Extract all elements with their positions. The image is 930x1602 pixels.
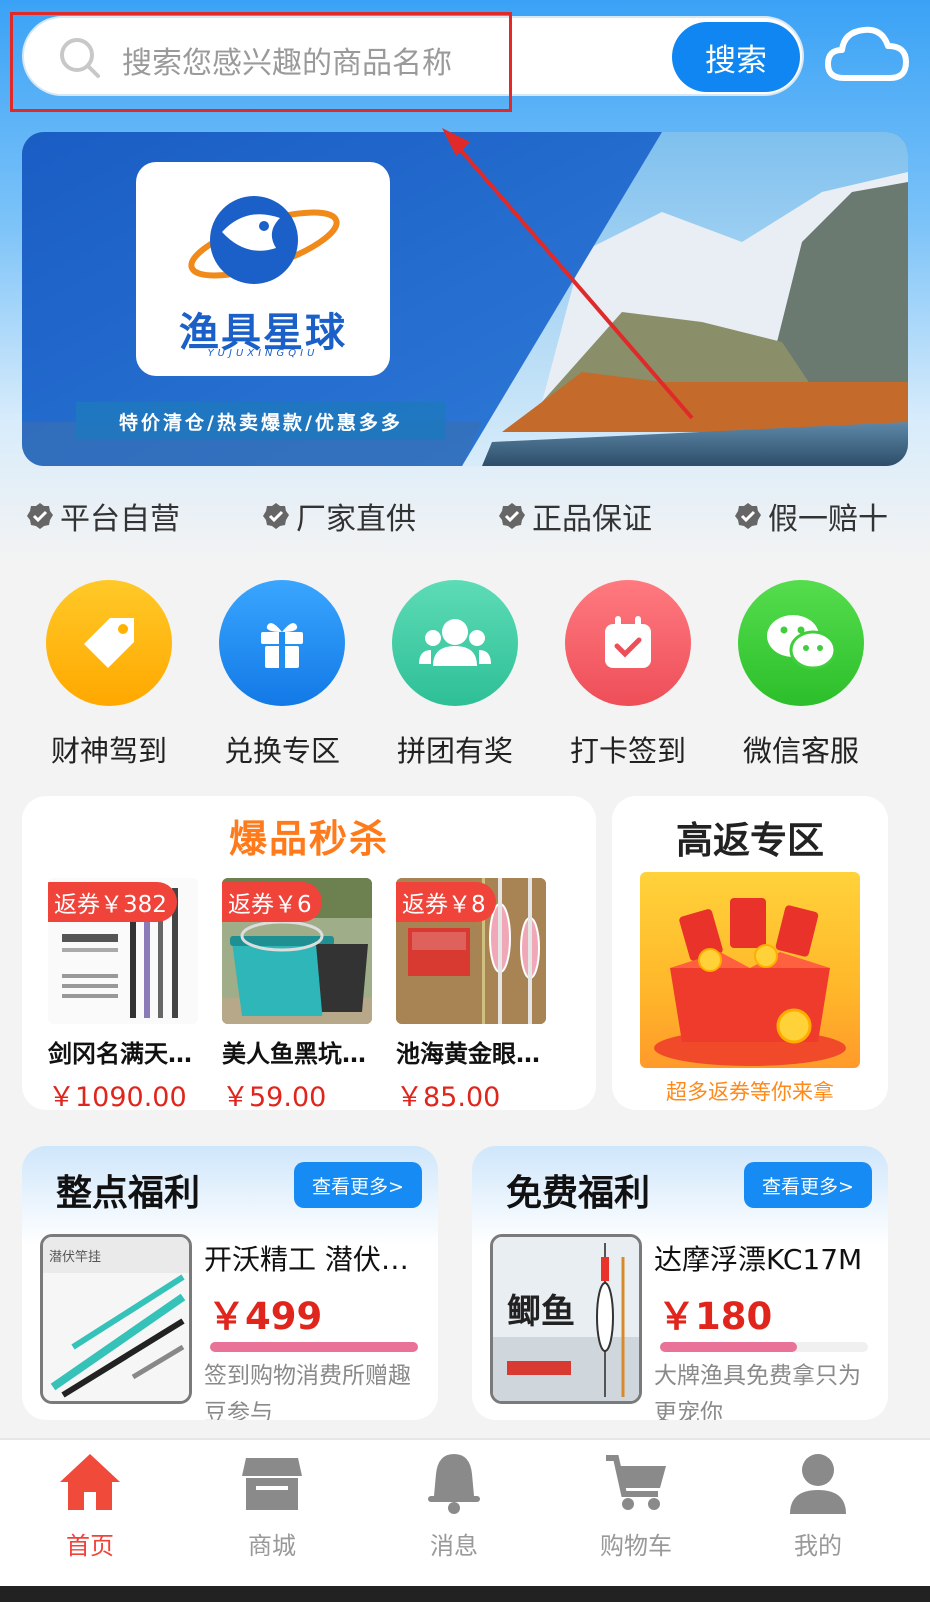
- feature-item: 正品保证: [498, 494, 652, 538]
- nav-home[interactable]: 首页: [20, 1448, 160, 1561]
- view-more-button[interactable]: 查看更多>: [744, 1162, 872, 1208]
- cloud-icon[interactable]: [824, 20, 910, 88]
- fish-logo-icon: [188, 196, 340, 284]
- nav-cart[interactable]: 购物车: [566, 1448, 706, 1561]
- product-image: 返券￥8: [396, 878, 546, 1024]
- feature-label: 平台自营: [60, 502, 180, 537]
- nav-label: 我的: [794, 1532, 842, 1560]
- product-name: 达摩浮漂KC17M: [654, 1243, 863, 1276]
- user-icon: [790, 1454, 846, 1514]
- product-image: 潜伏竿挂: [40, 1234, 192, 1404]
- product-price: ￥499: [208, 1295, 323, 1338]
- group-icon: [392, 580, 518, 706]
- promo-banner[interactable]: 渔具星球 YUJUXINGQIU 特价清仓/热卖爆款/优惠多多: [22, 132, 908, 466]
- product-price: ￥85.00: [396, 1082, 501, 1113]
- flash-sale-title: 爆品秒杀: [228, 817, 389, 861]
- product-image: 返券￥6: [222, 878, 372, 1024]
- welfare-title: 免费福利: [506, 1173, 651, 1214]
- verified-badge-icon: [27, 503, 53, 529]
- verified-badge-icon: [735, 503, 761, 529]
- progress-fill: [660, 1342, 798, 1352]
- store-icon: [242, 1458, 302, 1510]
- feature-badges: 平台自营 厂家直供 正品保证 假一赔十: [22, 494, 912, 538]
- image-label: 鲫鱼: [507, 1292, 575, 1332]
- product-image: 鲫鱼: [490, 1234, 642, 1404]
- verified-badge-icon: [499, 503, 525, 529]
- progress-fill: [210, 1342, 418, 1352]
- welfare-description: 签到购物消费所赠趣豆参与: [204, 1363, 411, 1420]
- calendar-check-icon: [565, 580, 691, 706]
- product-price: ￥1090.00: [48, 1082, 187, 1113]
- coupon-badge: 返券￥8: [396, 882, 496, 922]
- grid-label: 拼团有奖: [396, 734, 513, 768]
- flash-product[interactable]: 返券￥382 剑冈名满天下鱼竿 ￥1090.00: [48, 878, 218, 1114]
- rebate-title: 高返专区: [676, 819, 824, 862]
- product-price: ￥180: [658, 1295, 773, 1338]
- nav-label: 消息: [430, 1532, 478, 1560]
- grid-item-fortune[interactable]: 财神驾到: [34, 580, 184, 770]
- feature-label: 假一赔十: [768, 502, 888, 537]
- annotation-highlight-box: [10, 12, 512, 112]
- bell-icon: [428, 1454, 480, 1514]
- product-name: 美人鱼黑坑鱼桶: [222, 1040, 382, 1068]
- view-more-button[interactable]: 查看更多>: [294, 1162, 422, 1208]
- nav-label: 商城: [248, 1532, 296, 1560]
- nav-messages[interactable]: 消息: [384, 1448, 524, 1561]
- grid-item-group-buy[interactable]: 拼团有奖: [380, 580, 530, 770]
- progress-bar: [660, 1342, 868, 1352]
- product-name: 剑冈名满天下鱼竿: [48, 1040, 208, 1068]
- brand-logo: 渔具星球 YUJUXINGQIU: [136, 162, 390, 376]
- flash-product[interactable]: 返券￥8 池海黄金眼浮漂 ￥85.00: [396, 878, 566, 1114]
- product-name: 池海黄金眼浮漂: [396, 1040, 556, 1068]
- nav-label: 首页: [66, 1532, 114, 1560]
- feature-item: 平台自营: [26, 494, 180, 538]
- nav-profile[interactable]: 我的: [748, 1448, 888, 1561]
- grid-label: 打卡签到: [569, 734, 686, 768]
- banner-tagline: 特价清仓/热卖爆款/优惠多多: [76, 402, 446, 440]
- welfare-title: 整点福利: [56, 1173, 201, 1214]
- free-welfare-card[interactable]: 免费福利 查看更多> 鲫鱼 达摩浮漂KC17M ￥180 大牌渔具免费拿只为更宠…: [472, 1146, 888, 1420]
- home-icon: [60, 1454, 120, 1510]
- verified-badge-icon: [263, 503, 289, 529]
- search-button[interactable]: 搜索: [672, 22, 800, 92]
- grid-item-wechat-service[interactable]: 微信客服: [726, 580, 876, 770]
- product-name: 开沃精工 潜伏竿挂: [204, 1243, 418, 1276]
- grid-label: 兑换专区: [223, 734, 340, 768]
- red-envelope-image: [640, 872, 860, 1068]
- product-price: ￥59.00: [222, 1082, 327, 1113]
- tag-icon: [46, 580, 172, 706]
- logo-subtitle: YUJUXINGQIU: [207, 348, 319, 359]
- nav-label: 购物车: [600, 1532, 672, 1560]
- coupon-badge: 返券￥6: [222, 882, 322, 922]
- feature-label: 正品保证: [532, 502, 652, 537]
- high-rebate-card[interactable]: 高返专区 超多返券等你来拿: [612, 796, 888, 1110]
- nav-store[interactable]: 商城: [202, 1448, 342, 1561]
- gift-icon: [219, 580, 345, 706]
- cart-icon: [606, 1455, 666, 1510]
- welfare-description: 大牌渔具免费拿只为更宠你: [654, 1363, 861, 1420]
- grid-item-checkin[interactable]: 打卡签到: [553, 580, 703, 770]
- grid-label: 财神驾到: [50, 734, 167, 768]
- coupon-badge: 返券￥382: [48, 882, 177, 922]
- bottom-navigation: 首页 商城 消息 购物车 我的: [0, 1438, 930, 1602]
- flash-product[interactable]: 返券￥6 美人鱼黑坑鱼桶 ￥59.00: [222, 878, 392, 1114]
- feature-item: 假一赔十: [734, 494, 888, 538]
- feature-label: 厂家直供: [296, 502, 416, 537]
- progress-bar: [210, 1342, 418, 1352]
- wechat-icon: [738, 580, 864, 706]
- image-label: 潜伏竿挂: [49, 1249, 101, 1265]
- rebate-caption: 超多返券等你来拿: [666, 1080, 834, 1104]
- system-gesture-bar: [0, 1586, 930, 1602]
- product-image: 返券￥382: [48, 878, 198, 1024]
- hourly-welfare-card[interactable]: 整点福利 查看更多> 潜伏竿挂 开沃精工 潜伏竿挂 ￥499 签到购物消费所赠趣…: [22, 1146, 438, 1420]
- feature-item: 厂家直供: [262, 494, 416, 538]
- grid-label: 微信客服: [742, 734, 859, 768]
- flash-sale-card[interactable]: 爆品秒杀 返券￥382 剑冈名满天下鱼竿 ￥1090.00: [22, 796, 596, 1113]
- grid-item-exchange[interactable]: 兑换专区: [207, 580, 357, 770]
